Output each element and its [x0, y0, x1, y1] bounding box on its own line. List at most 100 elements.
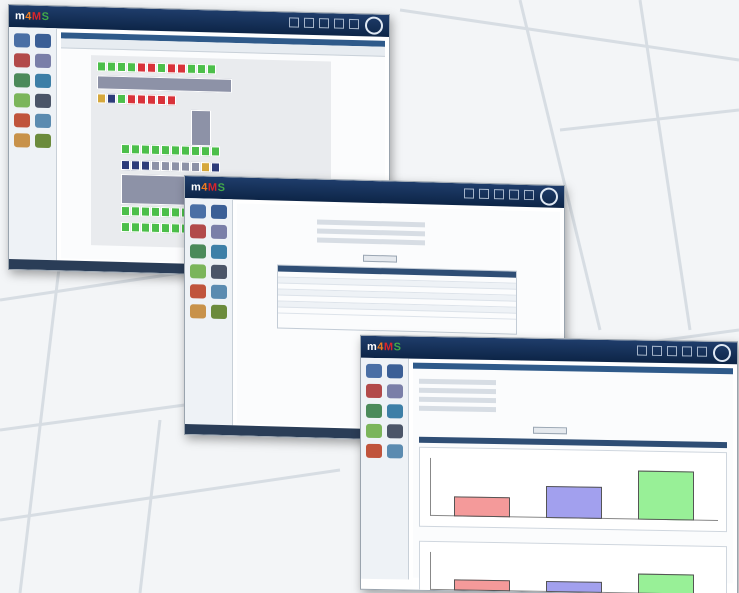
- storage-cell[interactable]: [197, 63, 206, 75]
- storage-cell[interactable]: [167, 95, 176, 106]
- monitor-icon[interactable]: [211, 204, 228, 220]
- storage-cell[interactable]: [131, 222, 140, 233]
- search-button[interactable]: [363, 254, 397, 263]
- monitor-icon[interactable]: [35, 33, 52, 49]
- storage-cell[interactable]: [171, 207, 180, 218]
- box-icon[interactable]: [524, 189, 534, 201]
- storage-cell[interactable]: [171, 161, 180, 172]
- storage-cell[interactable]: [141, 144, 150, 155]
- forklift-icon[interactable]: [189, 264, 206, 279]
- tools-icon[interactable]: [13, 73, 30, 88]
- storage-cell[interactable]: [151, 206, 160, 217]
- forklift-icon[interactable]: [13, 93, 30, 108]
- storage-cell[interactable]: [141, 222, 150, 233]
- box-icon[interactable]: [365, 383, 382, 399]
- storage-cell[interactable]: [171, 145, 180, 156]
- warehouse-icon[interactable]: [13, 33, 30, 48]
- warehouse-icon[interactable]: [365, 363, 382, 379]
- user-icon[interactable]: [189, 304, 206, 319]
- storage-cell[interactable]: [107, 61, 116, 72]
- gear-icon[interactable]: [189, 284, 206, 299]
- user-icon[interactable]: [13, 133, 30, 148]
- storage-cell[interactable]: [157, 94, 166, 106]
- storage-cell[interactable]: [211, 162, 220, 173]
- storage-cell[interactable]: [161, 223, 170, 234]
- storage-cell[interactable]: [151, 144, 160, 155]
- storage-cell[interactable]: [127, 94, 136, 105]
- storage-cell[interactable]: [181, 145, 190, 156]
- storage-cell[interactable]: [161, 207, 170, 218]
- storage-cell[interactable]: [97, 61, 106, 72]
- bottle-icon[interactable]: [304, 17, 314, 29]
- box-icon[interactable]: [349, 18, 359, 30]
- chart-icon[interactable]: [35, 93, 52, 109]
- glass-icon[interactable]: [494, 189, 504, 200]
- list-icon[interactable]: [387, 444, 404, 459]
- storage-cell[interactable]: [121, 143, 130, 155]
- document-icon[interactable]: [387, 384, 404, 399]
- form-field[interactable]: [317, 228, 425, 237]
- storage-cell[interactable]: [137, 62, 146, 73]
- forklift-icon[interactable]: [365, 423, 382, 439]
- form-field[interactable]: [419, 396, 496, 404]
- screen-icon[interactable]: [35, 73, 52, 89]
- storage-cell[interactable]: [107, 93, 116, 104]
- tools-icon[interactable]: [365, 403, 382, 419]
- document-icon[interactable]: [35, 53, 52, 69]
- cup-icon[interactable]: [509, 189, 519, 200]
- storage-cell[interactable]: [131, 160, 140, 171]
- storage-cell[interactable]: [181, 161, 190, 172]
- show-button[interactable]: [533, 426, 567, 435]
- storage-cell[interactable]: [137, 94, 146, 105]
- bed-icon[interactable]: [464, 188, 474, 199]
- storage-cell[interactable]: [127, 62, 136, 73]
- box-icon[interactable]: [13, 53, 30, 68]
- monitor-icon[interactable]: [387, 364, 404, 379]
- storage-cell[interactable]: [211, 146, 220, 157]
- storage-cell[interactable]: [141, 206, 150, 217]
- form-field[interactable]: [419, 405, 496, 413]
- cup-icon[interactable]: [682, 346, 692, 357]
- bottle-icon[interactable]: [479, 188, 489, 199]
- tools-icon[interactable]: [189, 244, 206, 259]
- storage-cell[interactable]: [207, 64, 216, 75]
- storage-cell[interactable]: [121, 221, 130, 233]
- form-field[interactable]: [419, 387, 496, 395]
- box-icon[interactable]: [697, 346, 707, 357]
- storage-cell[interactable]: [151, 160, 160, 171]
- chart-icon[interactable]: [211, 264, 228, 280]
- storage-cell[interactable]: [131, 144, 140, 155]
- box-icon[interactable]: [189, 224, 206, 239]
- bed-icon[interactable]: [637, 345, 647, 356]
- storage-cell[interactable]: [141, 160, 150, 171]
- storage-cell[interactable]: [151, 222, 160, 233]
- form-field[interactable]: [317, 237, 425, 246]
- storage-cell[interactable]: [191, 145, 200, 157]
- gear-icon[interactable]: [365, 443, 382, 459]
- storage-cell[interactable]: [171, 223, 180, 234]
- storage-cell[interactable]: [157, 62, 166, 74]
- glass-icon[interactable]: [319, 18, 329, 29]
- bottle-icon[interactable]: [652, 345, 662, 356]
- glass-icon[interactable]: [667, 346, 677, 357]
- storage-cell[interactable]: [131, 206, 140, 217]
- truck-icon[interactable]: [211, 304, 228, 320]
- list-icon[interactable]: [35, 113, 52, 129]
- bed-icon[interactable]: [289, 17, 299, 28]
- storage-cell[interactable]: [121, 205, 130, 217]
- screen-icon[interactable]: [387, 404, 404, 419]
- storage-cell[interactable]: [167, 63, 176, 74]
- chart-icon[interactable]: [387, 424, 404, 439]
- warehouse-icon[interactable]: [189, 204, 206, 219]
- gear-icon[interactable]: [13, 113, 30, 128]
- truck-icon[interactable]: [35, 133, 52, 149]
- storage-cell[interactable]: [97, 93, 106, 104]
- storage-cell[interactable]: [201, 162, 210, 173]
- storage-cell[interactable]: [161, 145, 170, 156]
- storage-cell[interactable]: [161, 161, 170, 172]
- form-field[interactable]: [317, 219, 425, 228]
- storage-cell[interactable]: [147, 94, 156, 105]
- document-icon[interactable]: [211, 224, 228, 240]
- storage-cell[interactable]: [121, 159, 130, 171]
- list-icon[interactable]: [211, 284, 228, 300]
